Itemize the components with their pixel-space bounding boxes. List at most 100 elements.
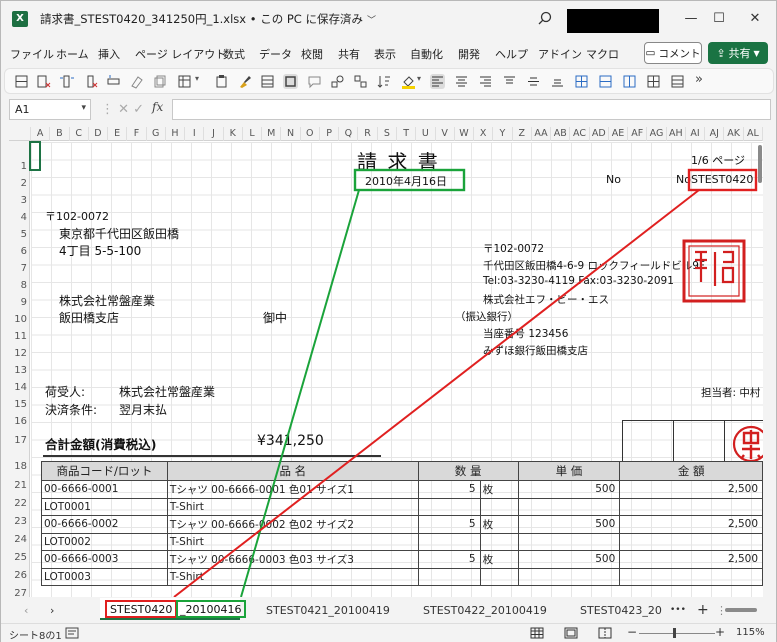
column-header[interactable]: AE xyxy=(609,127,629,141)
column-header[interactable]: AH xyxy=(667,127,686,141)
align-center-icon[interactable] xyxy=(454,74,469,89)
menu-addins[interactable]: アドイン xyxy=(538,46,582,62)
cell-amount[interactable]: 2,500 xyxy=(619,480,763,499)
sort-icon[interactable] xyxy=(376,74,391,89)
grid-icon[interactable] xyxy=(646,74,661,89)
chevron-down-icon[interactable]: ▾ xyxy=(417,74,421,83)
row-header[interactable]: 17 xyxy=(9,435,30,446)
row-header[interactable]: 1 xyxy=(9,161,30,172)
worksheet[interactable]: A B C D E F G H I J K L M N O P Q R S T U V W X Y Z AA AB AC AD AE AF AG… xyxy=(9,127,763,597)
row-header[interactable]: 5 xyxy=(9,229,30,240)
close-button[interactable]: ✕ xyxy=(745,9,765,29)
cell-price[interactable] xyxy=(517,532,621,551)
column-header[interactable]: AI xyxy=(686,127,706,141)
menu-help[interactable]: ヘルプ xyxy=(495,46,528,62)
frame-icon[interactable] xyxy=(283,74,298,89)
row-header[interactable]: 14 xyxy=(9,382,30,393)
menu-home[interactable]: ホーム xyxy=(56,46,89,62)
menu-view[interactable]: 表示 xyxy=(374,46,396,62)
cell-amount[interactable] xyxy=(619,497,763,516)
column-header[interactable]: P xyxy=(320,127,340,141)
insert-cells-icon[interactable] xyxy=(14,74,29,89)
zoom-in-icon[interactable]: + xyxy=(715,625,725,639)
cell-unit[interactable] xyxy=(479,497,519,516)
row-header[interactable]: 8 xyxy=(9,280,30,291)
comment-button[interactable]: ▭ コメント xyxy=(644,42,702,64)
column-header[interactable]: L xyxy=(243,127,263,141)
maximize-button[interactable]: ☐ xyxy=(709,9,729,29)
column-header[interactable]: AC xyxy=(570,127,590,141)
menu-automate[interactable]: 自動化 xyxy=(410,46,443,62)
delete-column-icon[interactable] xyxy=(83,74,98,89)
cell-code[interactable]: LOT0003 xyxy=(41,567,168,586)
column-header[interactable]: AD xyxy=(590,127,609,141)
row-header[interactable]: 24 xyxy=(9,534,30,545)
cell-code[interactable]: LOT0002 xyxy=(41,532,168,551)
border-outer-icon[interactable] xyxy=(598,74,613,89)
window-title[interactable]: 請求書_STEST0420_341250円_1.xlsx • この PC に保存… xyxy=(40,11,363,27)
vertical-scrollbar[interactable] xyxy=(757,141,763,597)
shapes-icon[interactable] xyxy=(330,74,345,89)
zoom-level[interactable]: 115% xyxy=(736,627,765,638)
comment-icon[interactable] xyxy=(307,74,322,89)
row-header[interactable]: 4 xyxy=(9,212,30,223)
cell-name[interactable]: Tシャツ 00-6666-0003 色03 サイズ3 xyxy=(166,550,419,569)
align-middle-icon[interactable] xyxy=(526,74,541,89)
row-header[interactable]: 3 xyxy=(9,195,30,206)
accessibility-icon[interactable] xyxy=(65,627,79,639)
menu-share[interactable]: 共有 xyxy=(338,46,360,62)
cell-qty[interactable]: 5 xyxy=(417,480,481,499)
select-all-corner[interactable] xyxy=(9,127,31,141)
row-header[interactable]: 25 xyxy=(9,552,30,563)
menu-developer[interactable]: 開発 xyxy=(458,46,480,62)
sheet-tab[interactable]: STEST0421_20100419 xyxy=(266,601,390,620)
paint-brush-icon[interactable] xyxy=(237,74,252,89)
column-header[interactable]: R xyxy=(358,127,378,141)
cell-style-icon[interactable] xyxy=(260,74,275,89)
search-icon[interactable] xyxy=(538,11,552,25)
column-header[interactable]: J xyxy=(204,127,224,141)
cell-price[interactable]: 500 xyxy=(517,550,621,569)
column-header[interactable]: D xyxy=(89,127,109,141)
share-button[interactable]: ⇪ 共有 ▼ xyxy=(708,42,768,64)
insert-row-icon[interactable] xyxy=(106,74,121,89)
cell-qty[interactable]: 5 xyxy=(417,515,481,534)
column-header[interactable]: Q xyxy=(339,127,359,141)
cell-name[interactable]: T-Shirt xyxy=(166,567,419,586)
menu-review[interactable]: 校閲 xyxy=(301,46,323,62)
chevron-down-icon[interactable]: ﹀ xyxy=(367,13,376,26)
column-header[interactable]: B xyxy=(50,127,70,141)
group-icon[interactable] xyxy=(353,74,368,89)
column-header[interactable]: Z xyxy=(513,127,532,141)
cell-amount[interactable]: 2,500 xyxy=(619,550,763,569)
zoom-slider-thumb[interactable] xyxy=(673,628,676,638)
fill-color-icon[interactable] xyxy=(401,74,416,89)
cell-name[interactable]: Tシャツ 00-6666-0001 色01 サイズ1 xyxy=(166,480,419,499)
row-header[interactable]: 21 xyxy=(9,480,30,491)
more-tabs-icon[interactable]: ••• xyxy=(670,601,686,620)
insert-column-icon[interactable] xyxy=(59,74,74,89)
column-header[interactable]: H xyxy=(166,127,186,141)
cell-qty[interactable]: 5 xyxy=(417,550,481,569)
cell-name[interactable]: T-Shirt xyxy=(166,497,419,516)
menu-data[interactable]: データ xyxy=(259,46,292,62)
align-left-icon[interactable] xyxy=(430,74,445,89)
menu-page-layout[interactable]: ページ レイアウト xyxy=(135,46,226,62)
normal-view-icon[interactable] xyxy=(530,627,544,639)
cell-qty[interactable] xyxy=(417,497,481,516)
formula-cancel-confirm[interactable]: ⋮ ✕ ✓ xyxy=(101,102,144,117)
minimize-button[interactable]: — xyxy=(681,9,701,29)
column-header[interactable]: AA xyxy=(532,127,552,141)
column-header[interactable]: Y xyxy=(493,127,513,141)
account-area[interactable] xyxy=(567,9,659,33)
row-header[interactable]: 9 xyxy=(9,297,30,308)
column-header[interactable]: AJ xyxy=(705,127,725,141)
border-inner-icon[interactable] xyxy=(622,74,637,89)
insert-function-icon[interactable]: fx xyxy=(152,100,163,114)
row-header[interactable]: 15 xyxy=(9,399,30,410)
cell-amount[interactable] xyxy=(619,532,763,551)
column-header[interactable]: T xyxy=(397,127,417,141)
row-header[interactable]: 10 xyxy=(9,314,30,325)
scroll-right-icon[interactable]: › xyxy=(50,601,54,620)
chevron-down-icon[interactable]: ▾ xyxy=(81,103,86,113)
